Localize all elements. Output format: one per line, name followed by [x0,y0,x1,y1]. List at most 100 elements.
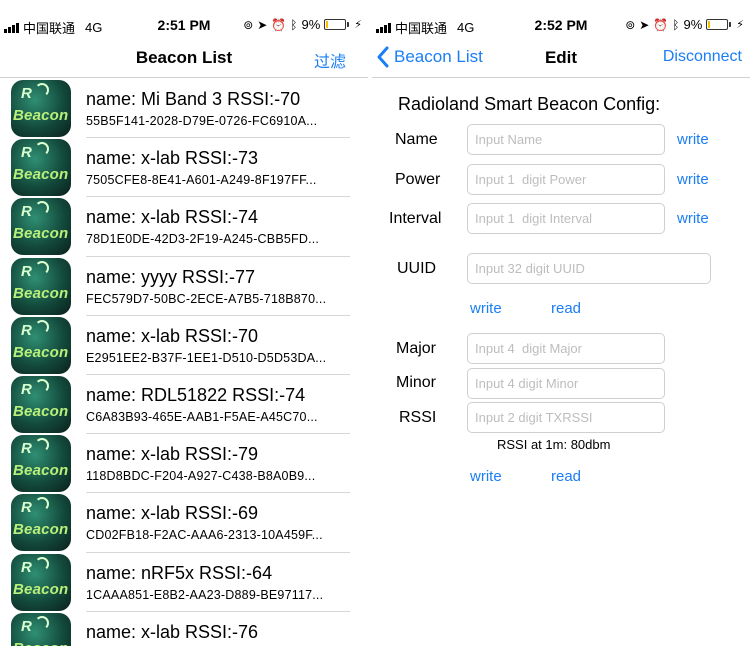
status-icons: ⊚ ➤ ⏰ ᛒ 9% ⚡ [243,17,362,32]
beacon-icon-word: Beacon [13,284,69,302]
beacon-title: name: Mi Band 3 RSSI:-70 [86,89,301,109]
beacon-icon-letter: R [21,321,32,339]
beacon-uuid: FEC579D7-50BC-2ECE-A7B5-718B870... [86,291,327,306]
power-label: Power [395,171,441,188]
beacon-uuid: 55B5F141-2028-D79E-0726-FC6910A... [86,114,318,128]
beacon-icon-word: Beacon [13,402,69,420]
beacon-title: name: x-lab RSSI:-70 [86,325,259,346]
beacon-icon-word: Beacon [13,521,69,539]
orientation-lock-icon: ⊚ [243,17,254,32]
bottom-read-button[interactable]: read [551,468,581,485]
signal-wave-icon [35,497,49,512]
signal-wave-icon [35,378,49,393]
beacon-row[interactable]: R Beacon name: RDL51822 RSSI:-74 C6A83B93-4… [0,375,368,435]
major-input[interactable] [467,333,665,364]
beacon-app-icon: R Beacon [11,494,71,552]
signal-wave-icon [35,615,49,630]
beacon-app-icon: R Beacon [11,316,71,374]
beacon-icon-letter: R [21,144,32,162]
beacon-title: name: nRF5x RSSI:-64 [86,562,273,583]
beacon-icon-word: Beacon [13,225,69,243]
beacon-icon-letter: R [21,262,32,280]
bluetooth-icon: ᛒ [672,17,680,32]
uuid-write-button[interactable]: write [470,300,502,317]
beacon-row[interactable]: R Beacon name: x-lab RSSI:-69 CD02FB18-F2AC… [0,493,368,553]
major-label: Major [396,340,437,357]
config-title: Radioland Smart Beacon Config: [398,94,661,114]
beacon-row[interactable]: R Beacon name: x-lab RSSI:-70 E2951EE2-B37F… [0,316,368,375]
beacon-icon-word: Beacon [13,580,69,598]
beacon-icon-word: Beacon [13,640,68,646]
beacon-icon-word: Beacon [13,462,69,480]
beacon-row[interactable]: R Beacon name: yyyy RSSI:-77 FEC579D7-50BC-… [0,257,368,316]
signal-wave-icon [35,142,49,157]
alarm-icon: ⏰ [653,17,669,32]
rssi-input[interactable] [467,402,665,433]
nav-bar: Beacon List 过滤 [0,40,368,78]
beacon-uuid: 1CAAA851-E8B2-AA23-D889-BE97117... [86,587,324,602]
nav-bar: Beacon List Edit Disconnect [372,40,750,78]
power-write-button[interactable]: write [677,171,709,188]
beacon-app-icon: R Beacon [11,198,71,256]
beacon-row[interactable]: R Beacon name: x-lab RSSI:-73 7505CFE8-8E41… [0,138,368,198]
beacon-app-icon: R Beacon [11,257,71,315]
name-input[interactable] [467,124,665,155]
beacon-title: name: RDL51822 RSSI:-74 [86,384,306,405]
beacon-row[interactable]: R Beacon name: nRF5x RSSI:-64 1CAAA851-E8B2… [0,553,368,612]
beacon-title: name: yyyy RSSI:-77 [86,266,256,287]
beacon-uuid: 118D8BDC-F204-A927-C438-B8A0B9... [86,469,316,484]
beacon-icon-letter: R [21,85,32,102]
signal-wave-icon [35,556,49,571]
battery-percent: 9% [683,17,703,32]
beacon-title: name: x-lab RSSI:-74 [86,207,259,228]
beacon-uuid: 7505CFE8-8E41-A601-A249-8F197FF... [86,173,317,188]
uuid-input[interactable] [467,253,711,284]
beacon-icon-letter: R [21,203,32,221]
beacon-title: name: x-lab RSSI:-76 [86,621,259,642]
bluetooth-icon: ᛒ [290,17,298,32]
beacon-app-icon: R Beacon [11,612,71,646]
location-icon: ➤ [639,17,650,32]
interval-input[interactable] [467,203,665,234]
name-write-button[interactable]: write [677,131,709,148]
beacon-row[interactable]: R Beacon name: x-lab RSSI:-79 118D8BDC-F204… [0,434,368,494]
uuid-read-button[interactable]: read [551,300,581,317]
power-input[interactable] [467,164,665,195]
name-label: Name [395,131,438,148]
beacon-title: name: x-lab RSSI:-73 [86,148,259,169]
beacon-uuid: C6A83B93-465E-AAB1-F5AE-A45C70... [86,409,318,424]
interval-write-button[interactable]: write [677,210,709,227]
beacon-row[interactable]: R Beacon name: x-lab RSSI:-76 [0,612,368,646]
status-icons: ⊚ ➤ ⏰ ᛒ 9% ⚡ [625,17,744,32]
rssi-note: RSSI at 1m: 80dbm [497,437,611,452]
beacon-app-icon: R Beacon [11,375,71,433]
beacon-row[interactable]: R Beacon name: Mi Band 3 RSSI:-70 55B5F141-… [0,79,368,139]
interval-label: Interval [389,210,442,227]
charging-icon: ⚡ [736,19,744,31]
minor-label: Minor [396,374,437,391]
signal-wave-icon [35,201,49,216]
beacon-app-icon: R Beacon [11,80,71,137]
signal-wave-icon [35,319,49,334]
page-title: Beacon List [135,48,233,67]
beacon-icon-letter: R [21,440,32,458]
beacon-icon-word: Beacon [13,166,69,184]
beacon-uuid: CD02FB18-F2AC-AAA6-2313-10A459F... [86,528,323,543]
charging-icon: ⚡ [354,19,362,31]
beacon-icon-letter: R [21,558,32,576]
beacon-app-icon: R Beacon [11,553,71,611]
beacon-icon-word: Beacon [13,107,69,124]
bottom-write-button[interactable]: write [470,468,502,485]
signal-wave-icon [35,260,49,275]
filter-button[interactable]: 过滤 [314,48,346,72]
beacon-app-icon: R Beacon [11,139,71,197]
uuid-label: UUID [397,260,437,277]
rssi-label: RSSI [399,409,437,426]
disconnect-button[interactable]: Disconnect [663,48,742,66]
location-icon: ➤ [257,17,268,32]
beacon-row[interactable]: R Beacon name: x-lab RSSI:-74 78D1E0DE-42D3… [0,197,368,257]
minor-input[interactable] [467,368,665,399]
beacon-icon-letter: R [21,380,32,398]
beacon-uuid: 78D1E0DE-42D3-2F19-A245-CBB5FD... [86,232,320,247]
beacon-title: name: x-lab RSSI:-69 [86,503,259,524]
